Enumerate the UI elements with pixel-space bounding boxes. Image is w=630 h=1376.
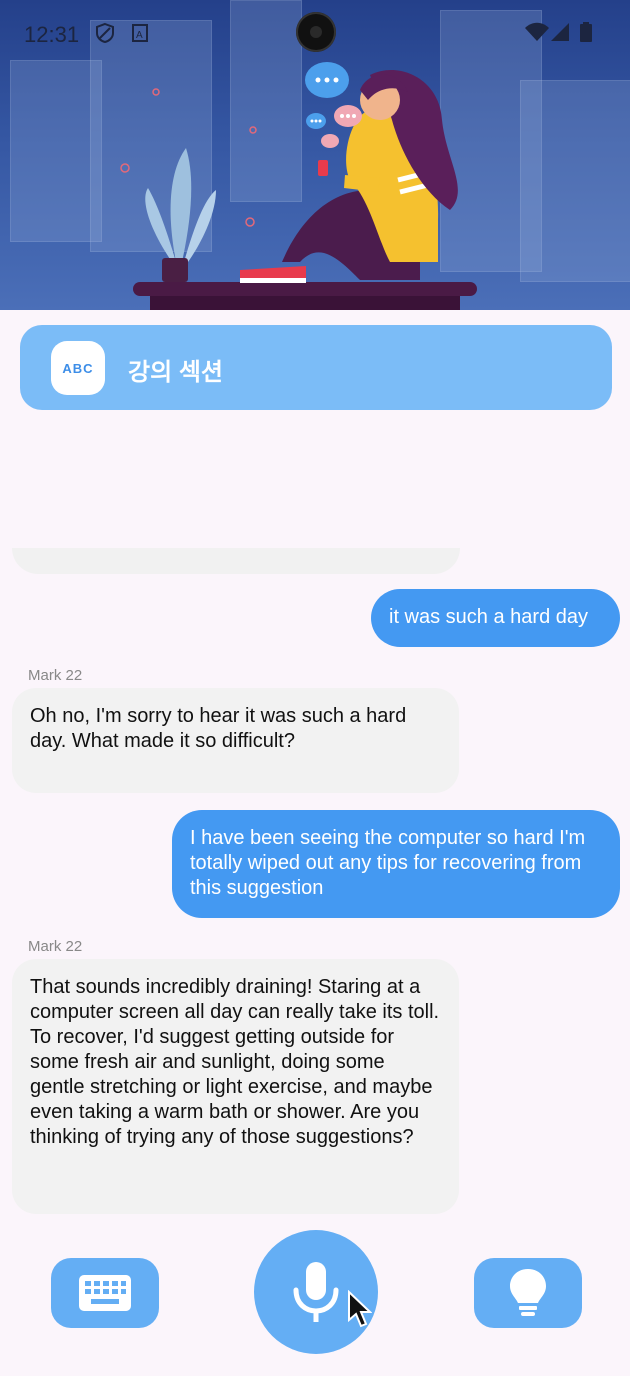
keyboard-icon — [79, 1275, 131, 1311]
header-illustration: 12:31 A — [0, 0, 630, 310]
front-camera — [296, 12, 336, 52]
previous-message-bubble — [12, 548, 460, 574]
bot-sender-name: Mark 22 — [28, 667, 83, 684]
signal-icon — [551, 23, 569, 41]
bot-message-text: That sounds incredibly draining! Staring… — [30, 976, 440, 1148]
hint-button[interactable] — [474, 1258, 582, 1328]
bot-sender-name: Mark 22 — [28, 938, 83, 955]
app-notification-icon: A — [132, 24, 148, 42]
lightbulb-icon — [510, 1269, 546, 1316]
lecture-section-card[interactable]: ABC 강의 섹션 — [20, 325, 612, 410]
shield-icon — [96, 22, 114, 44]
user-message: I have been seeing the computer so hard … — [172, 810, 620, 918]
bot-message-text: Oh no, I'm sorry to hear it was such a h… — [30, 705, 407, 752]
bot-message: Oh no, I'm sorry to hear it was such a h… — [12, 688, 459, 793]
abc-badge-icon: ABC — [51, 341, 105, 395]
bot-message: That sounds incredibly draining! Staring… — [12, 959, 459, 1214]
wifi-icon — [525, 22, 549, 41]
battery-icon — [580, 22, 592, 42]
user-message-text: it was such a hard day — [389, 606, 588, 628]
svg-text:A: A — [136, 30, 143, 41]
user-message-text: I have been seeing the computer so hard … — [190, 827, 586, 899]
user-message: it was such a hard day — [371, 589, 620, 647]
lecture-section-title: 강의 섹션 — [128, 359, 223, 386]
keyboard-button[interactable] — [51, 1258, 159, 1328]
status-time: 12:31 — [24, 22, 80, 47]
microphone-icon — [293, 1262, 339, 1322]
mouse-cursor-icon — [348, 1290, 372, 1328]
